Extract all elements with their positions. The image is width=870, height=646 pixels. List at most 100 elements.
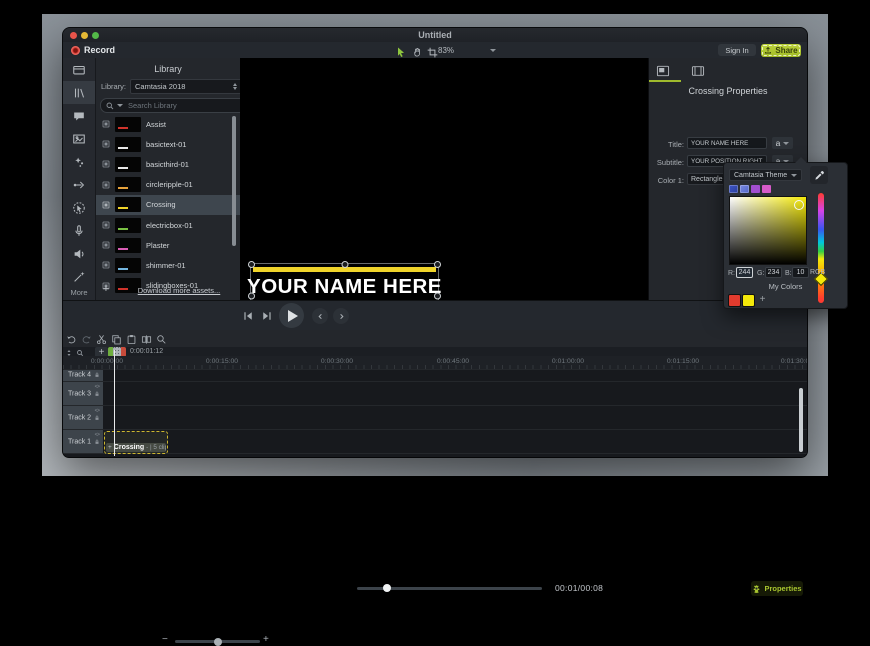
list-item[interactable]: electricbox-01 (96, 215, 240, 235)
theme-swatch-3[interactable] (751, 185, 760, 193)
list-item[interactable]: shimmer-01 (96, 255, 240, 275)
list-item[interactable]: circleripple-01 (96, 175, 240, 195)
resize-handle-w[interactable] (248, 292, 255, 300)
properties-toggle-button[interactable]: Properties (751, 581, 803, 596)
edit-cursor-icon[interactable] (395, 45, 407, 57)
timeline-ruler[interactable]: 0:00:00:00 0:00:15:00 0:00:30:00 0:00:45… (63, 356, 807, 370)
sidebar-item-behaviors[interactable] (63, 150, 95, 173)
redo-button[interactable] (80, 333, 92, 345)
gear-icon (754, 584, 760, 593)
track-header[interactable]: Track 2 <> (63, 406, 104, 430)
g-field[interactable] (765, 267, 782, 278)
library-select[interactable]: Camtasia 2018 (130, 79, 242, 94)
group-icon (102, 140, 110, 148)
saturation-brightness-gradient[interactable] (729, 196, 807, 265)
library-search[interactable] (100, 98, 248, 113)
popup-caret (795, 157, 807, 163)
color-theme-select[interactable]: Camtasia Theme (729, 169, 802, 181)
eyedropper-button[interactable] (810, 166, 828, 184)
search-input[interactable] (126, 100, 242, 111)
thumbnail (115, 116, 141, 132)
sidebar-item-cursor-effects[interactable] (63, 196, 95, 219)
play-button[interactable] (279, 303, 304, 328)
sidebar-item-media[interactable] (63, 58, 95, 81)
resize-handle-e[interactable] (434, 292, 441, 300)
lock-icon[interactable] (94, 391, 100, 397)
lock-icon[interactable] (94, 439, 100, 445)
next-clip-button[interactable] (333, 308, 349, 324)
share-button[interactable]: Share (761, 43, 801, 57)
b-field[interactable] (792, 267, 809, 278)
step-backward-button[interactable] (241, 309, 255, 323)
paste-button[interactable] (125, 333, 137, 345)
timeline: + 0:00:01:12 0:00:00:00 0:00:15:00 0:00:… (63, 347, 807, 457)
step-forward-button[interactable] (260, 309, 274, 323)
title-font-button[interactable]: a (772, 137, 793, 149)
download-more-assets-link[interactable]: Download more assets... (120, 286, 238, 295)
sidebar-item-transitions[interactable] (63, 127, 95, 150)
lock-icon[interactable] (94, 372, 100, 378)
list-item[interactable]: basictext-01 (96, 134, 240, 154)
previous-clip-button[interactable] (312, 308, 328, 324)
list-item-selected[interactable]: Crossing (96, 194, 240, 215)
timeline-zoom-in-button[interactable]: + (263, 634, 269, 645)
undo-button[interactable] (65, 333, 77, 345)
track-row: Track 1 <> (63, 429, 807, 454)
lock-icon[interactable] (94, 415, 100, 421)
timeline-zoom-out-button[interactable]: − (162, 634, 168, 645)
split-button[interactable] (140, 333, 152, 345)
track-header[interactable]: Track 3 <> (63, 382, 104, 406)
chevron-down-icon (791, 173, 797, 177)
ruler-label: 0:01:15:00 (666, 358, 700, 365)
track-toggle-icon[interactable]: <> (95, 384, 100, 390)
sidebar-item-audio-effects[interactable] (63, 242, 95, 265)
sidebar-item-voice-narration[interactable] (63, 219, 95, 242)
sidebar-item-visual-effects[interactable] (63, 265, 95, 288)
title-field[interactable] (687, 137, 767, 149)
timeline-zoom-handle[interactable] (214, 637, 222, 646)
tab-visual-properties[interactable] (652, 62, 674, 80)
resize-handle-n[interactable] (341, 261, 348, 268)
tab-media-properties[interactable] (687, 62, 709, 80)
track-toggle-icon[interactable]: <> (95, 408, 100, 414)
scrubber-handle[interactable] (383, 584, 391, 592)
theme-swatch-1[interactable] (729, 185, 738, 193)
canvas-zoom-select[interactable]: 83% (435, 44, 499, 56)
title-bar[interactable]: Untitled (63, 28, 807, 43)
rgb-mode-label[interactable]: RGB (810, 269, 825, 276)
sidebar-more-label[interactable]: More (63, 288, 95, 297)
list-item[interactable]: Plaster (96, 235, 240, 255)
pan-hand-icon[interactable] (412, 45, 424, 57)
record-button[interactable]: Record (71, 44, 115, 56)
theme-swatch-4[interactable] (762, 185, 771, 193)
playhead-line[interactable] (114, 350, 115, 456)
library-scrollbar[interactable] (232, 116, 236, 246)
sign-in-button[interactable]: Sign In (718, 44, 756, 56)
cut-button[interactable] (95, 333, 107, 345)
track-header[interactable]: Track 1 <> (63, 430, 104, 454)
resize-handle-ne[interactable] (434, 261, 441, 268)
canvas-stage[interactable]: YOUR NAME HERE YOUR POSITION RIGHT HERE (240, 58, 648, 300)
add-my-color-button[interactable]: + (757, 294, 768, 305)
sidebar-item-animations[interactable] (63, 173, 95, 196)
r-field[interactable] (736, 267, 753, 278)
copy-button[interactable] (110, 333, 122, 345)
sidebar-item-annotations[interactable] (63, 104, 95, 127)
theme-swatch-2[interactable] (740, 185, 749, 193)
selected-media-element[interactable]: YOUR NAME HERE YOUR POSITION RIGHT HERE (247, 261, 441, 300)
track-toggle-icon[interactable]: <> (95, 432, 100, 438)
thumbnail (115, 177, 141, 193)
my-color-swatch-red[interactable] (728, 294, 741, 307)
timeline-scrollbar[interactable] (799, 388, 803, 452)
time-display: 00:01/00:08 (555, 583, 604, 593)
list-item-label: Plaster (146, 240, 170, 250)
list-item[interactable]: basicthird-01 (96, 154, 240, 174)
list-item[interactable]: Assist (96, 114, 240, 134)
add-to-library-button[interactable]: + (100, 283, 112, 296)
gradient-cursor[interactable] (794, 200, 804, 210)
resize-handle-nw[interactable] (248, 261, 255, 268)
sidebar-item-library[interactable] (63, 81, 95, 104)
my-color-swatch-yellow[interactable] (742, 294, 755, 307)
magnifier-icon[interactable] (155, 333, 167, 345)
record-icon (71, 45, 80, 55)
